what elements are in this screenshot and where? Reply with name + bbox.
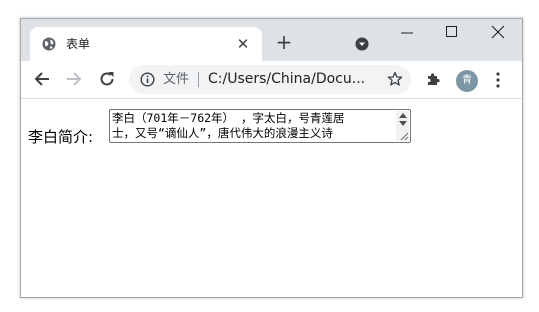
tab-active[interactable]: 表单 ✕ <box>30 27 262 61</box>
minimize-icon[interactable] <box>400 23 414 43</box>
maximize-icon[interactable] <box>445 25 459 39</box>
url-text[interactable]: C:/Users/China/Docu... <box>208 70 365 89</box>
browser-toolbar: 文件 C:/Users/China/Docu... 青 <box>21 61 522 99</box>
new-tab-button[interactable]: + <box>274 32 294 52</box>
tab-strip: 表单 ✕ + <box>21 19 522 61</box>
security-label: 文件 <box>163 72 190 87</box>
tab-search-icon[interactable] <box>355 37 369 51</box>
address-bar[interactable]: 文件 C:/Users/China/Docu... <box>129 65 411 94</box>
intro-textarea-text[interactable]: 李白（701年－762年） ，字太白，号青莲居 士，又号“谪仙人”，唐代伟大的浪… <box>112 111 394 141</box>
resize-grip-icon[interactable] <box>400 132 409 141</box>
reload-icon[interactable] <box>98 70 116 88</box>
kebab-menu-icon[interactable] <box>495 71 501 89</box>
forward-arrow-icon[interactable] <box>65 70 83 88</box>
intro-line-1: 李白（701年－762年） ，字太白，号青莲居 <box>112 111 345 125</box>
intro-textarea[interactable]: 李白（701年－762年） ，字太白，号青莲居 士，又号“谪仙人”，唐代伟大的浪… <box>109 109 411 143</box>
intro-label: 李白简介: <box>28 128 94 146</box>
back-arrow-icon[interactable] <box>33 70 51 88</box>
profile-avatar[interactable]: 青 <box>456 70 478 92</box>
star-icon[interactable] <box>387 71 403 87</box>
page-content: 李白简介: 李白（701年－762年） ，字太白，号青莲居 士，又号“谪仙人”，… <box>21 99 522 297</box>
puzzle-icon[interactable] <box>426 71 442 87</box>
close-icon[interactable] <box>491 25 505 39</box>
scroll-up-arrow-icon[interactable] <box>399 113 407 118</box>
tab-title: 表单 <box>66 37 91 51</box>
intro-line-2: 士，又号“谪仙人”，唐代伟大的浪漫主义诗 <box>112 126 333 140</box>
browser-window: 表单 ✕ + 文件 C:/Users/China/Docu... 青 李白简介:… <box>20 18 523 298</box>
address-bar-divider <box>198 72 199 87</box>
scroll-down-arrow-icon[interactable] <box>399 121 407 126</box>
tab-close-icon[interactable]: ✕ <box>234 35 252 53</box>
globe-icon <box>42 37 56 51</box>
info-icon[interactable] <box>140 72 155 87</box>
